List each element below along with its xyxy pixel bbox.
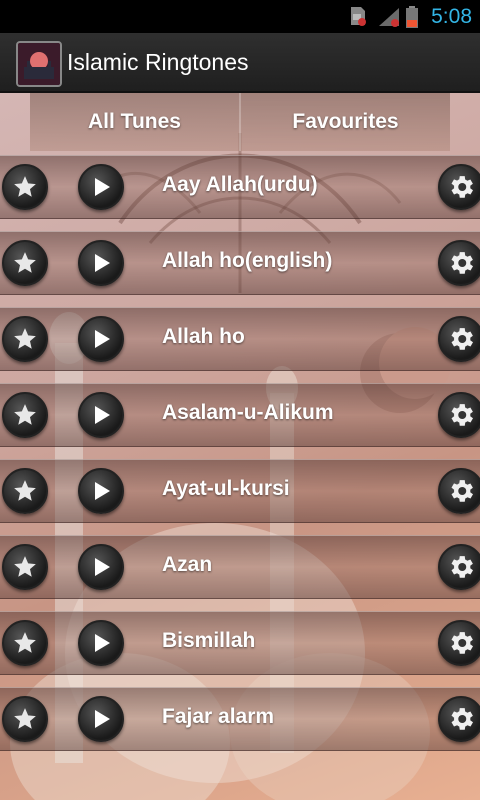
play-button[interactable] (78, 164, 124, 210)
ringtone-name: Azan (162, 553, 213, 576)
gear-icon (451, 480, 473, 502)
play-button[interactable] (78, 316, 124, 362)
sd-card-icon (348, 6, 368, 31)
tab-favourites[interactable]: Favourites (239, 93, 450, 151)
ringtone-name: Ayat-ul-kursi (162, 477, 290, 500)
favourite-button[interactable] (2, 316, 48, 362)
gear-icon (451, 404, 473, 426)
play-icon (95, 254, 110, 272)
settings-button[interactable] (438, 468, 480, 514)
favourite-button[interactable] (2, 468, 48, 514)
play-button[interactable] (78, 696, 124, 742)
settings-button[interactable] (438, 620, 480, 666)
ringtone-name: Bismillah (162, 629, 256, 652)
play-button[interactable] (78, 392, 124, 438)
star-icon (14, 404, 36, 425)
ringtone-row[interactable]: Ayat-ul-kursi (0, 459, 480, 523)
star-icon (14, 708, 36, 729)
ringtone-row[interactable]: Azan (0, 535, 480, 599)
star-icon (14, 480, 36, 501)
status-bar: 5:08 (0, 0, 480, 33)
star-icon (14, 328, 36, 349)
play-icon (95, 406, 110, 424)
play-icon (95, 558, 110, 576)
ringtone-name: Asalam-u-Alikum (162, 401, 334, 424)
ringtone-name: Allah ho (162, 325, 245, 348)
ringtone-row[interactable]: Bismillah (0, 611, 480, 675)
ringtone-row[interactable]: Asalam-u-Alikum (0, 383, 480, 447)
settings-button[interactable] (438, 544, 480, 590)
tab-all-tunes[interactable]: All Tunes (30, 93, 239, 151)
settings-button[interactable] (438, 240, 480, 286)
signal-icon (377, 6, 401, 33)
play-button[interactable] (78, 620, 124, 666)
favourite-button[interactable] (2, 620, 48, 666)
star-icon (14, 176, 36, 197)
app-title: Islamic Ringtones (67, 49, 249, 75)
play-icon (95, 482, 110, 500)
action-bar: Islamic Ringtones (0, 33, 480, 93)
gear-icon (451, 328, 473, 350)
app-icon[interactable] (16, 41, 62, 87)
settings-button[interactable] (438, 164, 480, 210)
ringtone-row[interactable]: Allah ho (0, 307, 480, 371)
play-icon (95, 634, 110, 652)
favourite-button[interactable] (2, 392, 48, 438)
ringtone-name: Fajar alarm (162, 705, 275, 728)
settings-button[interactable] (438, 696, 480, 742)
favourite-button[interactable] (2, 164, 48, 210)
play-button[interactable] (78, 544, 124, 590)
gear-icon (451, 176, 473, 198)
play-button[interactable] (78, 240, 124, 286)
ringtone-name: Aay Allah(urdu) (162, 173, 318, 196)
play-icon (95, 178, 110, 196)
favourite-button[interactable] (2, 696, 48, 742)
star-icon (14, 632, 36, 653)
star-icon (14, 252, 36, 273)
play-icon (95, 710, 110, 728)
play-button[interactable] (78, 468, 124, 514)
ringtone-row[interactable]: Allah ho(english) (0, 231, 480, 295)
battery-icon (406, 6, 418, 33)
ringtone-row[interactable]: Aay Allah(urdu) (0, 155, 480, 219)
settings-button[interactable] (438, 392, 480, 438)
ringtone-name: Allah ho(english) (162, 249, 333, 272)
star-icon (14, 556, 36, 577)
gear-icon (451, 632, 473, 654)
main-content: All Tunes Favourites Aay Allah(urdu) All… (0, 93, 480, 800)
gear-icon (451, 708, 473, 730)
play-icon (95, 330, 110, 348)
gear-icon (451, 252, 473, 274)
gear-icon (451, 556, 473, 578)
favourite-button[interactable] (2, 240, 48, 286)
ringtone-row[interactable]: Fajar alarm (0, 687, 480, 751)
settings-button[interactable] (438, 316, 480, 362)
status-time: 5:08 (431, 5, 472, 28)
tab-bar: All Tunes Favourites (30, 93, 450, 151)
favourite-button[interactable] (2, 544, 48, 590)
